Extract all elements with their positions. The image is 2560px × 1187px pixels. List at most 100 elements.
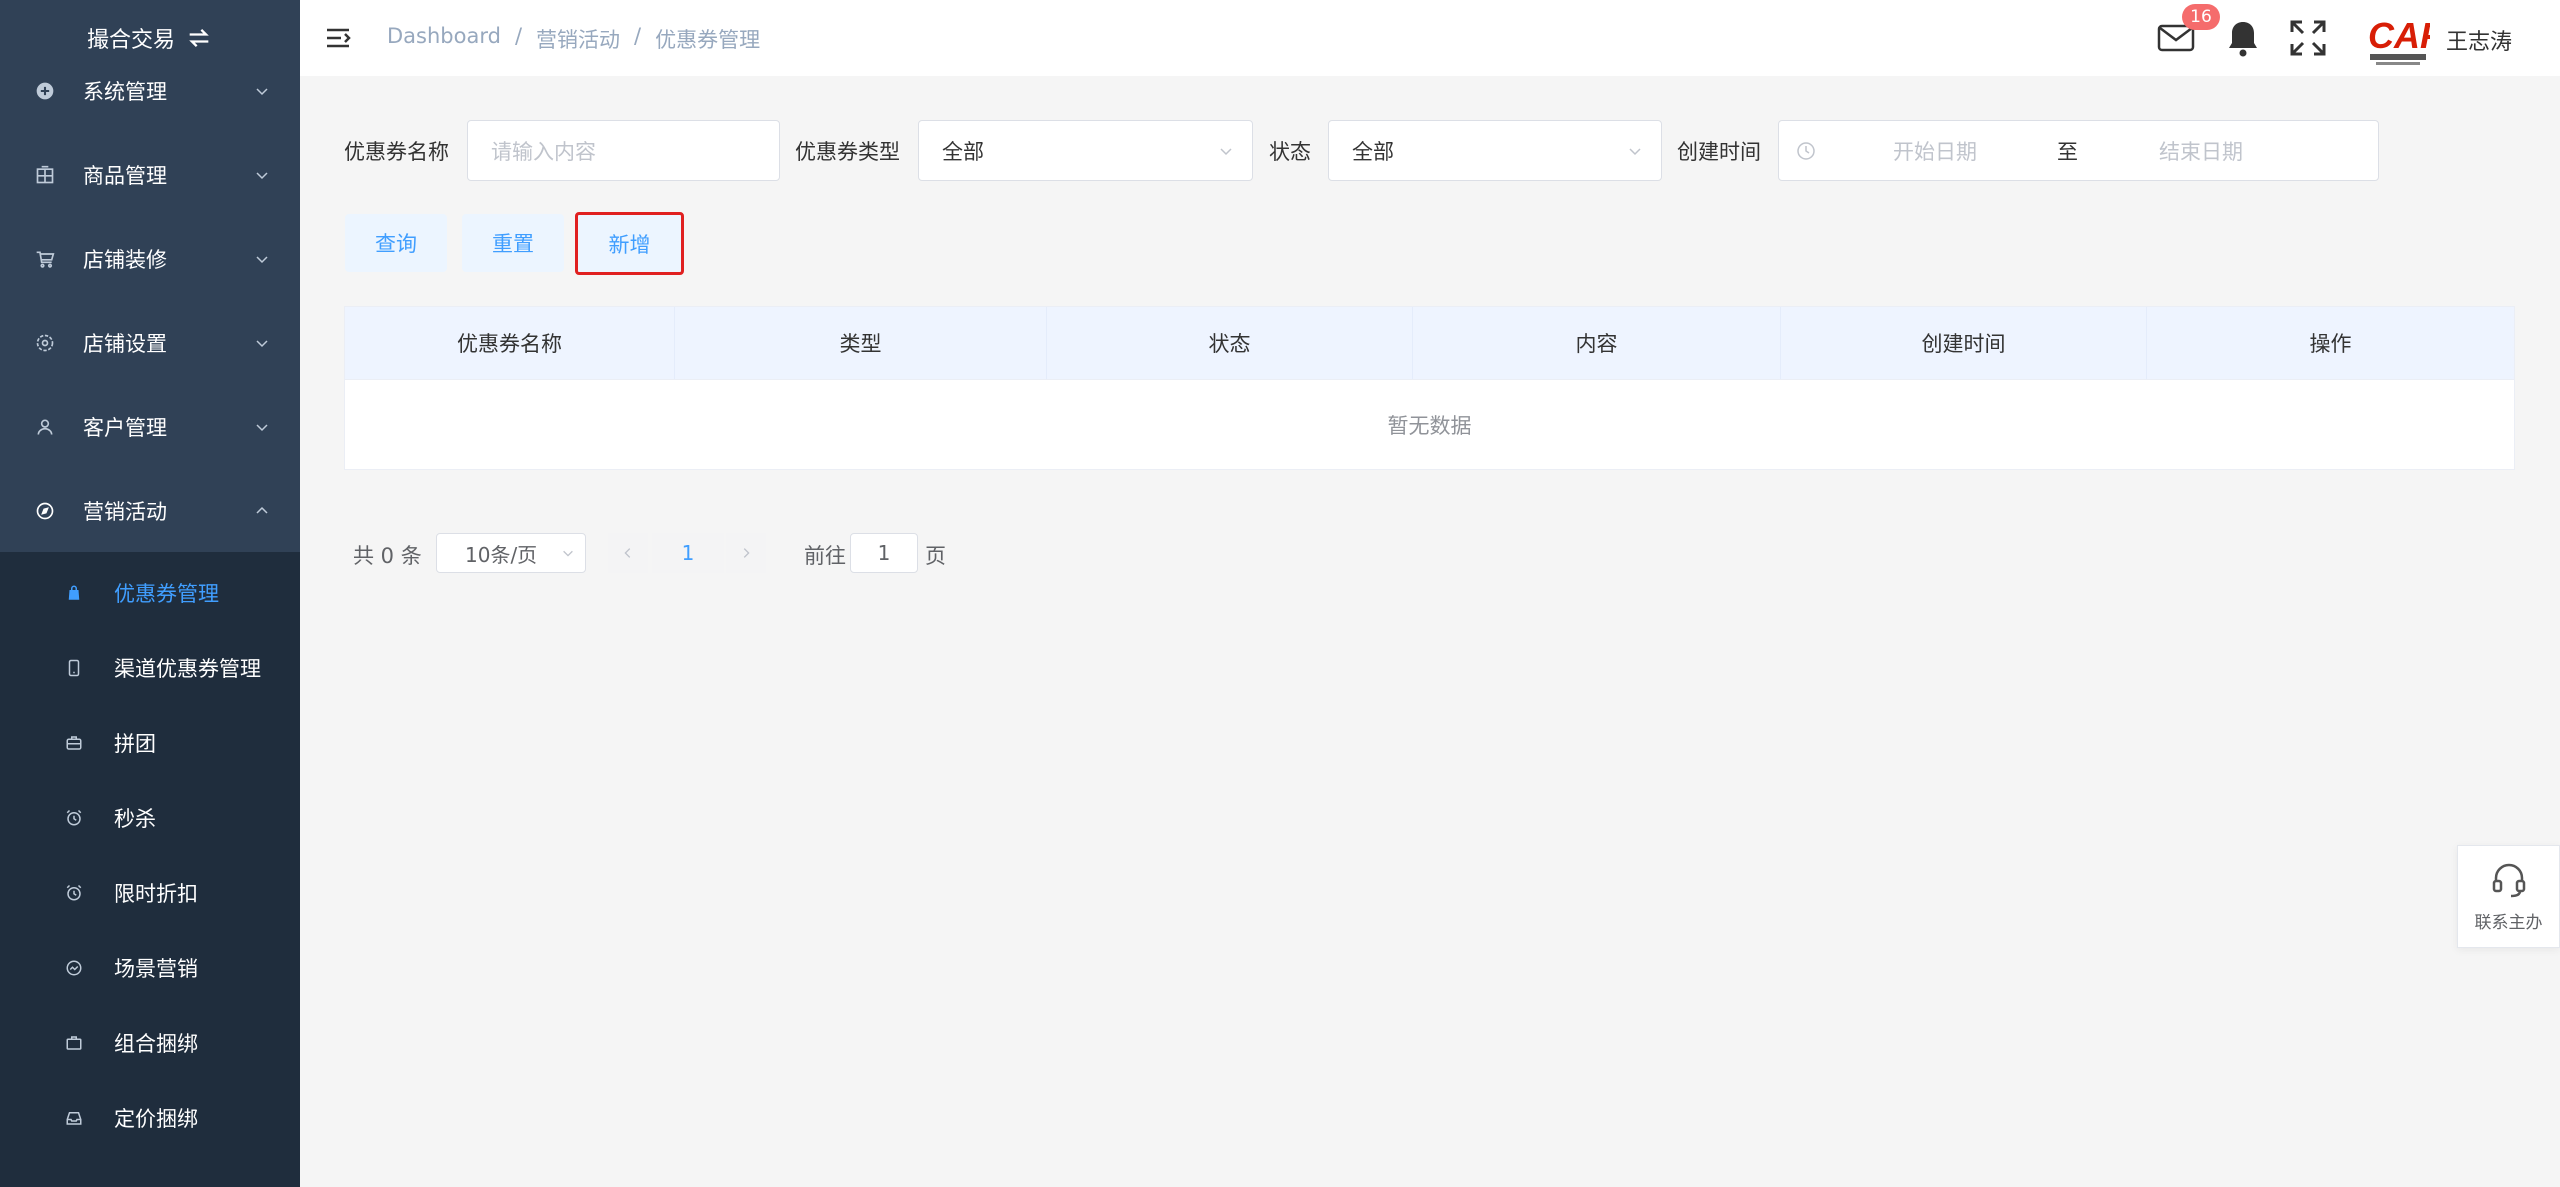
user-icon [34,416,56,438]
created-time-label: 创建时间 [1677,140,1761,164]
column-header: 优惠券名称 [345,307,675,379]
menu-label: 营销活动 [83,500,167,524]
cart-icon [34,248,56,270]
column-header: 操作 [2309,332,2352,356]
menu-label: 店铺装修 [83,248,167,272]
status-select[interactable]: 全部 [1328,120,1662,181]
sidebar: 撮合交易 系统管理 商品管理 店铺装修 店铺设置 客户管理 营销活动 优惠券管理 [0,0,300,1187]
mail-badge: 16 [2182,4,2220,30]
status-value: 全部 [1352,139,1394,164]
top-header: Dashboard / 营销活动 / 优惠券管理 16 CAF 王志涛 [300,0,2560,76]
breadcrumb-separator: / [634,24,642,48]
breadcrumb-item-dashboard[interactable]: Dashboard [387,24,501,54]
reset-button[interactable]: 重置 [462,214,564,272]
briefcase-icon [64,733,84,753]
chevron-down-icon [563,550,573,557]
svg-text:CAF: CAF [2368,15,2430,56]
submenu-channel-coupon[interactable]: 渠道优惠券管理 [0,630,300,705]
submenu-label: 定价捆绑 [114,1106,198,1131]
query-button[interactable]: 查询 [345,214,447,272]
coupon-type-select[interactable]: 全部 [918,120,1253,181]
submenu-label: 优惠券管理 [114,581,219,606]
menu-label: 商品管理 [83,164,167,188]
breadcrumb-separator: / [514,24,523,48]
column-header: 创建时间 [1781,307,2147,379]
submenu-label: 拼团 [114,731,156,756]
menu-store-decor[interactable]: 店铺装修 [0,217,300,301]
chevron-down-icon [1220,148,1232,156]
username[interactable]: 王志涛 [2446,24,2512,56]
goto-unit: 页 [925,544,946,568]
coupon-type-value: 全部 [942,139,984,164]
coupon-name-input[interactable]: 请输入内容 [467,120,780,181]
column-header: 状态 [1047,307,1413,379]
status-label: 状态 [1269,140,1311,164]
settings-icon [34,332,56,354]
page-size-select[interactable]: 10条/页 [436,533,586,573]
mobile-icon [64,658,84,678]
submenu-flash-sale[interactable]: 秒杀 [0,780,300,855]
breadcrumb-item-marketing[interactable]: 营销活动 [536,24,620,54]
next-page-button[interactable] [726,533,766,573]
prev-page-button[interactable] [608,533,648,573]
date-range-picker[interactable]: 开始日期 至 结束日期 [1778,120,2379,181]
alarm-icon [64,808,84,828]
submenu-label: 组合捆绑 [114,1031,198,1056]
submenu-limited-discount[interactable]: 限时折扣 [0,855,300,930]
table-header: 优惠券名称 类型 状态 内容 创建时间 操作 [345,307,2514,379]
caf-logo: CAF [2368,15,2430,65]
goto-page-input[interactable]: 1 [850,533,918,573]
submenu-price-bundle[interactable]: 定价捆绑 [0,1080,300,1155]
submenu-coupon-management[interactable]: 优惠券管理 [0,555,300,630]
add-button[interactable]: 新增 [575,212,684,275]
page-size-value: 10条/页 [465,542,538,567]
submenu-label: 限时折扣 [114,881,198,906]
breadcrumb-item-current: 优惠券管理 [655,28,761,52]
chevron-down-icon [256,340,268,348]
start-date-placeholder: 开始日期 [1893,139,1977,164]
menu-system[interactable]: 系统管理 [0,49,300,133]
menu-customers[interactable]: 客户管理 [0,385,300,469]
chart-circle-icon [64,958,84,978]
fullscreen-icon[interactable] [2288,18,2328,58]
hamburger-icon[interactable] [324,24,352,52]
contact-organizer-button[interactable]: 联系主办 [2457,845,2560,948]
chevron-left-icon [624,548,631,558]
chevron-down-icon [256,172,268,180]
chevron-up-icon [256,506,268,514]
goto-label: 前往 [804,544,846,568]
submenu-label: 秒杀 [114,806,156,831]
clock-icon [1797,142,1815,160]
contact-label: 联系主办 [2474,913,2543,933]
menu-label: 系统管理 [83,80,167,104]
headset-icon [2492,863,2525,898]
end-date-placeholder: 结束日期 [2159,139,2243,164]
submenu-group-buy[interactable]: 拼团 [0,705,300,780]
chevron-down-icon [256,256,268,264]
chevron-down-icon [256,424,268,432]
menu-label: 店铺设置 [83,332,167,356]
bag-icon [64,583,84,603]
column-header: 类型 [675,307,1047,379]
submenu-combo-bundle[interactable]: 组合捆绑 [0,1005,300,1080]
coupon-name-label: 优惠券名称 [344,140,449,164]
range-separator: 至 [2057,139,2078,164]
menu-label: 客户管理 [83,416,167,440]
chevron-right-icon [743,548,750,558]
plus-circle-icon [34,80,56,102]
menu-store-settings[interactable]: 店铺设置 [0,301,300,385]
empty-text: 暂无数据 [345,379,2514,469]
chevron-down-icon [256,88,268,96]
bell-icon[interactable] [2224,18,2262,58]
menu-marketing[interactable]: 营销活动 [0,469,300,553]
box-icon [64,1033,84,1053]
coupon-type-label: 优惠券类型 [795,140,900,164]
submenu-scene-marketing[interactable]: 场景营销 [0,930,300,1005]
switch-icon [189,29,209,47]
menu-products[interactable]: 商品管理 [0,133,300,217]
submenu-label: 场景营销 [114,956,198,981]
grid-icon [34,164,56,186]
submenu-label: 渠道优惠券管理 [114,656,261,681]
alarm-icon [64,883,84,903]
page-number-current[interactable]: 1 [652,533,724,573]
